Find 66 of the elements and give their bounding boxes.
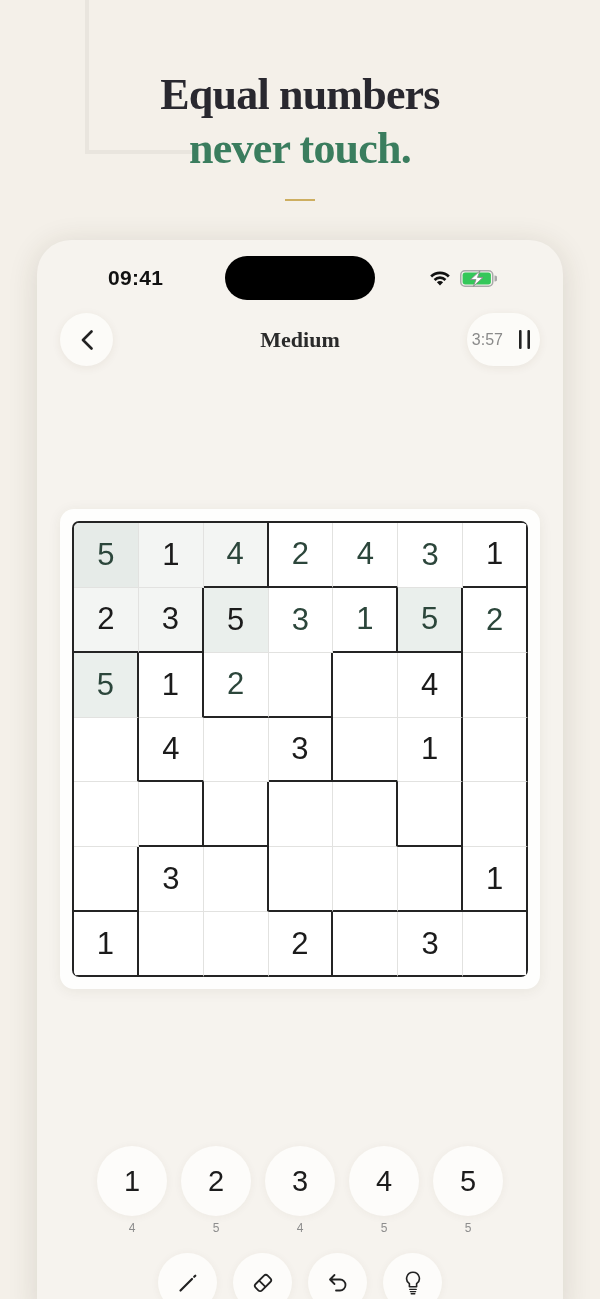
number-button[interactable]: 2 [181,1146,251,1216]
grid-cell[interactable]: 3 [138,847,204,913]
grid-cell[interactable]: 2 [268,912,334,977]
remaining-count: 4 [296,1221,304,1235]
screen-title: Medium [260,326,340,353]
number-button[interactable]: 4 [349,1146,419,1216]
lightbulb-icon [404,1270,421,1295]
grid-cell[interactable]: 4 [398,652,464,718]
grid-cell[interactable] [74,717,139,783]
grid-cell[interactable] [463,717,528,783]
undo-button[interactable] [308,1253,367,1299]
grid-cell[interactable]: 3 [138,587,204,653]
wifi-icon [429,270,451,286]
grid-cell[interactable] [398,847,464,913]
grid-cell[interactable]: 1 [333,587,399,653]
grid-cell[interactable] [203,782,269,848]
grid-cell[interactable]: 1 [463,523,528,588]
battery-icon [460,269,497,287]
grid-cell[interactable] [463,912,528,977]
grid-cell[interactable]: 2 [463,587,528,653]
grid-cell[interactable] [463,652,528,718]
grid-cell[interactable]: 4 [203,523,269,588]
eraser-button[interactable] [233,1253,292,1299]
grid-cell[interactable]: 2 [74,587,139,653]
grid-cell[interactable] [268,652,334,718]
headline-text: Equal numbers [160,69,440,121]
eraser-icon [251,1271,274,1294]
chevron-left-icon [80,329,93,350]
grid-cell[interactable]: 1 [398,717,464,783]
grid-cell[interactable]: 5 [398,587,464,653]
grid-cell[interactable]: 4 [333,523,399,588]
number-button[interactable]: 5 [433,1146,503,1216]
remaining-count: 4 [128,1221,136,1235]
grid-cell[interactable] [138,782,204,848]
remaining-count: 5 [464,1221,472,1235]
grid-cell[interactable]: 2 [203,652,269,718]
grid-cell[interactable] [463,782,528,848]
pencil-icon [177,1272,198,1293]
remaining-count: 5 [212,1221,220,1235]
grid-cell[interactable]: 3 [268,717,334,783]
number-button[interactable]: 1 [97,1146,167,1216]
grid-cell[interactable]: 1 [138,652,204,718]
grid-cell[interactable]: 1 [74,912,139,977]
headline-accent-text: never touch. [189,123,411,175]
number-button[interactable]: 3 [265,1146,335,1216]
grid-cell[interactable] [203,847,269,913]
hint-button[interactable] [383,1253,442,1299]
grid-cell[interactable]: 3 [398,912,464,977]
grid-cell[interactable]: 3 [398,523,464,588]
grid-cell[interactable]: 1 [463,847,528,913]
grid-cell[interactable] [333,782,399,848]
grid-cell[interactable]: 5 [74,523,139,588]
status-time: 09:41 [108,266,164,289]
grid-cell[interactable] [74,847,139,913]
remaining-count: 5 [380,1221,388,1235]
undo-icon [326,1271,349,1294]
timer-text: 3:57 [471,330,503,349]
pause-icon [519,330,530,349]
grid-cell[interactable]: 5 [74,652,139,718]
grid-cell[interactable]: 2 [268,523,334,588]
divider-line [285,199,315,201]
grid-cell[interactable] [398,782,464,848]
grid-cell[interactable]: 1 [138,523,204,588]
grid-cell[interactable]: 5 [203,587,269,653]
grid-cell[interactable]: 4 [138,717,204,783]
grid-cell[interactable]: 3 [268,587,334,653]
